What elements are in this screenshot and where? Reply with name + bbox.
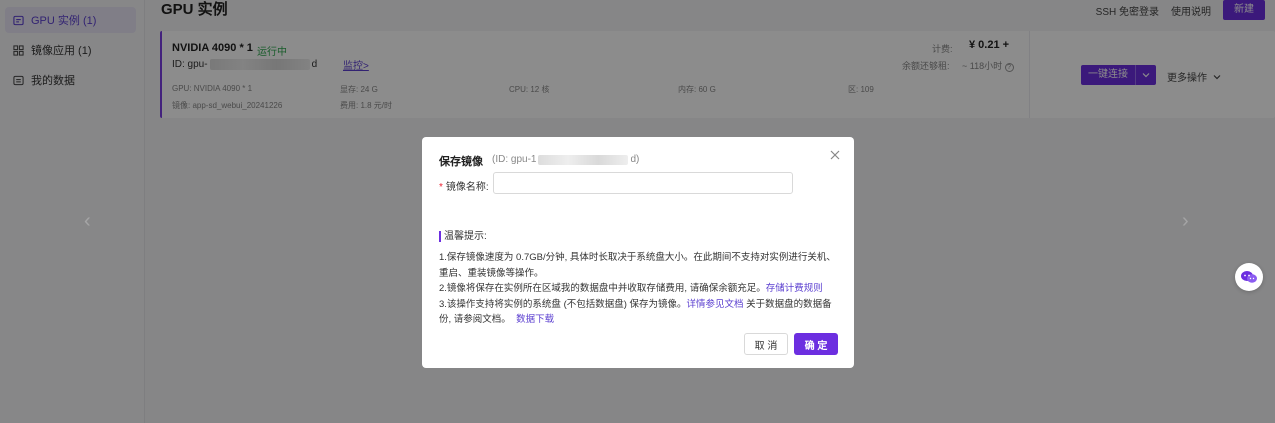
image-name-input[interactable]	[493, 172, 793, 194]
redacted-id	[538, 154, 629, 165]
chevron-left-icon: ‹	[84, 210, 91, 232]
tip-2: 2.镜像将保存在实例所在区域我的数据盘中并收取存储费用, 请确保余额充足。存储计…	[439, 281, 839, 297]
dialog-id-suffix: d)	[630, 154, 640, 165]
data-download-link[interactable]: 数据下载	[516, 314, 554, 325]
dialog-id-prefix: (ID: gpu-1	[492, 154, 537, 165]
chevron-right-icon: ›	[1182, 210, 1189, 232]
tip-3-text: 3.该操作支持将实例的系统盘 (不包括数据盘) 保存为镜像。	[439, 298, 687, 310]
close-icon[interactable]	[829, 149, 841, 161]
chat-icon	[1240, 269, 1258, 285]
image-name-label: * 镜像名称:	[439, 178, 489, 193]
docs-link[interactable]: 详情参见文档	[687, 299, 744, 310]
chat-support-button[interactable]	[1235, 263, 1263, 291]
tips-content: 1.保存镜像速度为 0.7GB/分钟, 具体时长取决于系统盘大小。在此期间不支持…	[439, 250, 839, 328]
tip-1: 1.保存镜像速度为 0.7GB/分钟, 具体时长取决于系统盘大小。在此期间不支持…	[439, 252, 836, 279]
confirm-button[interactable]: 确 定	[794, 333, 838, 355]
storage-billing-link[interactable]: 存储计费规则	[766, 283, 823, 294]
tip-2-text: 2.镜像将保存在实例所在区域我的数据盘中并收取存储费用, 请确保余额充足。	[439, 283, 766, 294]
image-name-label-text: 镜像名称:	[445, 182, 489, 193]
required-marker: *	[439, 182, 443, 193]
cancel-button[interactable]: 取 消	[744, 333, 788, 355]
save-image-dialog: 保存镜像 (ID: gpu-1 d) * 镜像名称: 温馨提示: 1.保存镜像速度…	[422, 137, 854, 368]
dialog-title: 保存镜像	[439, 156, 483, 168]
tips-title: 温馨提示:	[439, 231, 487, 242]
dialog-instance-id: (ID: gpu-1 d)	[492, 154, 639, 165]
tip-3: 3.该操作支持将实例的系统盘 (不包括数据盘) 保存为镜像。详情参见文档 关于数…	[439, 297, 839, 328]
